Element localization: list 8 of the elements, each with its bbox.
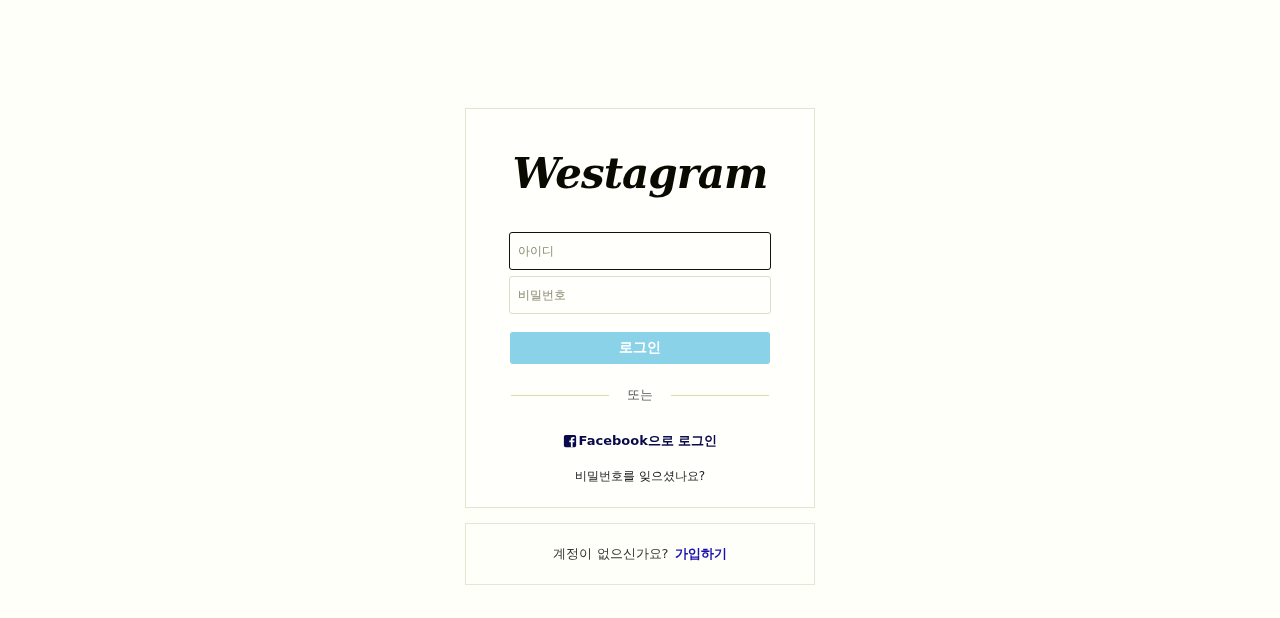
- logo: Westagram: [512, 149, 768, 198]
- signup-prompt: 계정이 없으신가요?: [553, 545, 669, 563]
- facebook-login-link[interactable]: Facebook으로 로그인: [562, 432, 718, 450]
- signup-link[interactable]: 가입하기: [674, 545, 727, 563]
- forgot-password-link[interactable]: 비밀번호를 잊으셨나요?: [574, 468, 706, 485]
- facebook-icon: [562, 434, 577, 448]
- divider-label: 또는: [627, 386, 653, 404]
- input-field[interactable]: 아이디: [509, 232, 771, 270]
